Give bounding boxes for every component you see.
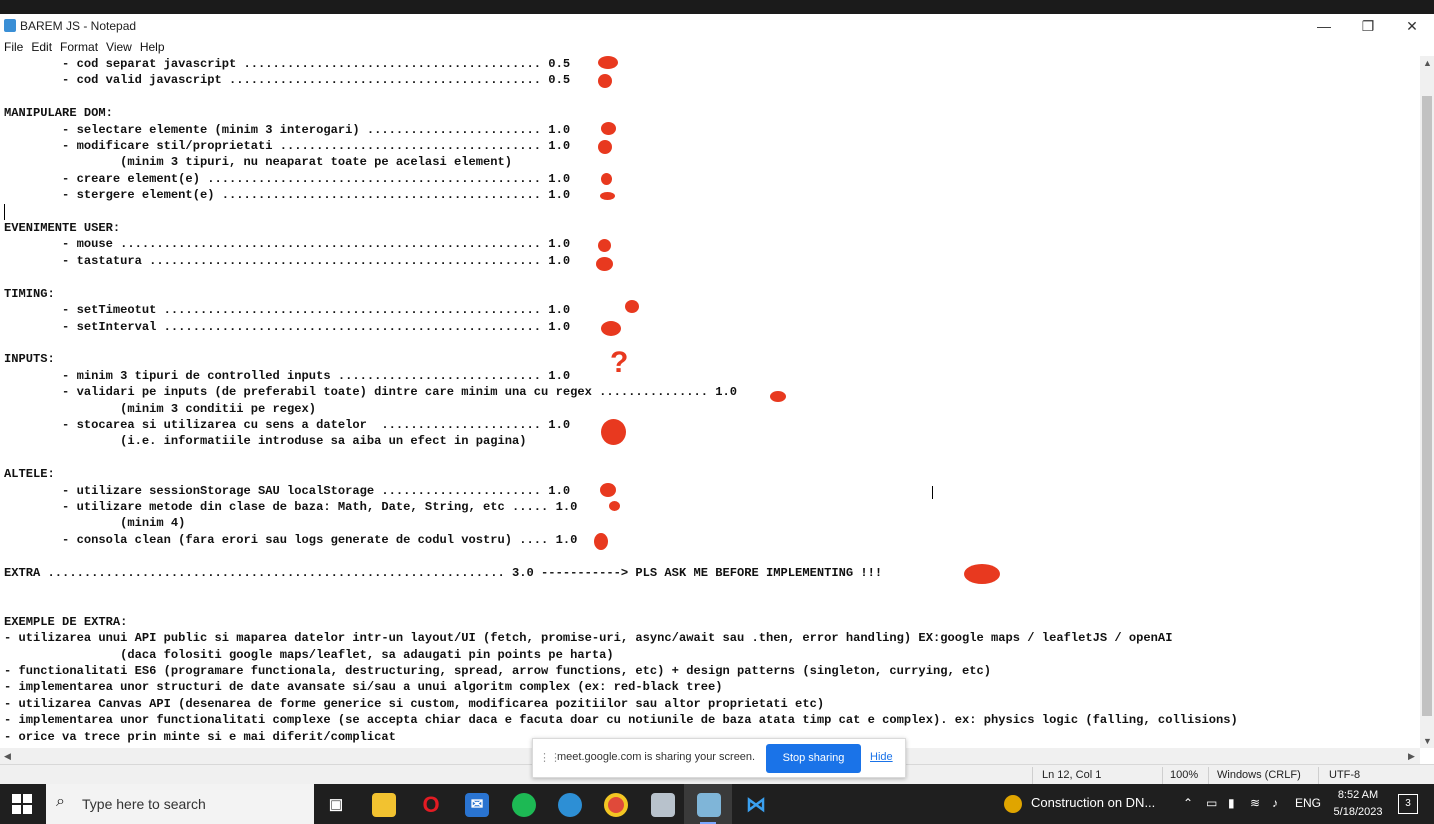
hide-link[interactable]: Hide <box>870 751 893 763</box>
task-view-icon[interactable]: ▣ <box>324 793 348 817</box>
annotation-mark <box>596 257 613 271</box>
volume-icon[interactable]: ♪ <box>1272 796 1278 810</box>
scroll-down-icon[interactable]: ▼ <box>1423 736 1432 746</box>
clock[interactable]: 8:52 AM 5/18/2023 <box>1328 787 1388 821</box>
annotation-mark <box>601 321 621 336</box>
chevron-up-icon[interactable]: ⌃ <box>1183 796 1193 810</box>
annotation-mark <box>964 564 1000 584</box>
annotation-mark <box>601 419 626 445</box>
clock-time: 8:52 AM <box>1337 789 1379 801</box>
stop-sharing-button[interactable]: Stop sharing <box>766 744 861 773</box>
scroll-thumb[interactable] <box>1422 96 1432 716</box>
windows-start-icon[interactable] <box>12 794 32 814</box>
edge-icon[interactable] <box>558 793 582 817</box>
annotation-mark <box>598 74 612 88</box>
chrome-icon[interactable] <box>604 793 628 817</box>
minimize-button[interactable]: — <box>1302 14 1346 38</box>
cursor-position: Ln 12, Col 1 <box>1042 769 1102 781</box>
editor-content[interactable]: - cod separat javascript ...............… <box>0 56 1420 745</box>
menu-format[interactable]: Format <box>56 38 102 56</box>
file-explorer-icon[interactable] <box>372 793 396 817</box>
opera-icon[interactable]: O <box>419 793 443 817</box>
news-widget[interactable]: Construction on DN... <box>1031 795 1155 810</box>
annotation-mark <box>601 122 616 135</box>
notepad-taskbar-icon[interactable] <box>697 793 721 817</box>
status-divider <box>1208 767 1209 785</box>
clock-date: 5/18/2023 <box>1333 806 1383 818</box>
mail-icon[interactable]: ✉ <box>465 793 489 817</box>
annotation-mark <box>770 391 786 402</box>
scroll-left-icon[interactable]: ◀ <box>4 751 11 762</box>
annotation-mark <box>600 483 616 497</box>
annotation-mark <box>594 533 608 550</box>
search-icon: ⌕ <box>56 793 65 810</box>
language-indicator[interactable]: ENG <box>1295 796 1321 810</box>
share-message: meet.google.com is sharing your screen. <box>557 751 756 763</box>
vertical-scrollbar[interactable]: ▲ ▼ <box>1420 56 1434 748</box>
notepad-icon <box>4 19 16 32</box>
annotation-question-mark: ? <box>610 346 629 379</box>
vscode-icon[interactable]: ⋈ <box>744 793 768 817</box>
scroll-up-icon[interactable]: ▲ <box>1423 58 1432 68</box>
status-divider <box>1318 767 1319 785</box>
text-editor[interactable]: - cod separat javascript ...............… <box>0 56 1420 748</box>
menu-edit[interactable]: Edit <box>27 38 56 56</box>
title-bar[interactable]: BAREM JS - Notepad — ❐ ✕ <box>0 14 1434 38</box>
window-title: BAREM JS - Notepad <box>20 19 137 33</box>
annotation-mark <box>601 173 612 185</box>
meet-icon[interactable]: ▭ <box>1206 796 1217 810</box>
annotation-mark <box>598 239 611 252</box>
status-divider <box>1162 767 1163 785</box>
close-button[interactable]: ✕ <box>1390 14 1434 38</box>
news-icon <box>1004 795 1022 813</box>
battery-icon[interactable]: ▮ <box>1228 796 1235 810</box>
zoom-level: 100% <box>1170 769 1199 781</box>
restore-button[interactable]: ❐ <box>1346 14 1390 38</box>
spotify-icon[interactable] <box>512 793 536 817</box>
wifi-icon[interactable]: ≋ <box>1250 796 1260 810</box>
annotation-mark <box>600 192 615 200</box>
mouse-cursor <box>932 486 939 499</box>
annotation-mark <box>598 56 618 69</box>
annotation-mark <box>625 300 639 313</box>
paint-icon[interactable] <box>651 793 675 817</box>
encoding: UTF-8 <box>1329 769 1361 781</box>
status-divider <box>1032 767 1033 785</box>
menu-view[interactable]: View <box>102 38 136 56</box>
notification-icon[interactable]: 3 <box>1398 794 1418 814</box>
search-input[interactable]: Type here to search <box>82 796 206 812</box>
annotation-mark <box>609 501 620 511</box>
menu-bar: File Edit Format View Help <box>0 38 1434 56</box>
text-caret <box>4 204 5 220</box>
taskbar-search[interactable]: ⌕ Type here to search <box>46 784 314 824</box>
menu-help[interactable]: Help <box>136 38 169 56</box>
line-ending: Windows (CRLF) <box>1217 769 1301 781</box>
taskbar: ⌕ Type here to search ▣ O ✉ ⋈ Constructi… <box>0 784 1434 824</box>
screen-share-bar: ⋮⋮ meet.google.com is sharing your scree… <box>532 738 906 778</box>
annotation-mark <box>598 140 612 154</box>
menu-file[interactable]: File <box>0 38 27 56</box>
notepad-window: BAREM JS - Notepad — ❐ ✕ File Edit Format V… <box>0 14 1434 787</box>
scroll-right-icon[interactable]: ▶ <box>1408 751 1415 762</box>
